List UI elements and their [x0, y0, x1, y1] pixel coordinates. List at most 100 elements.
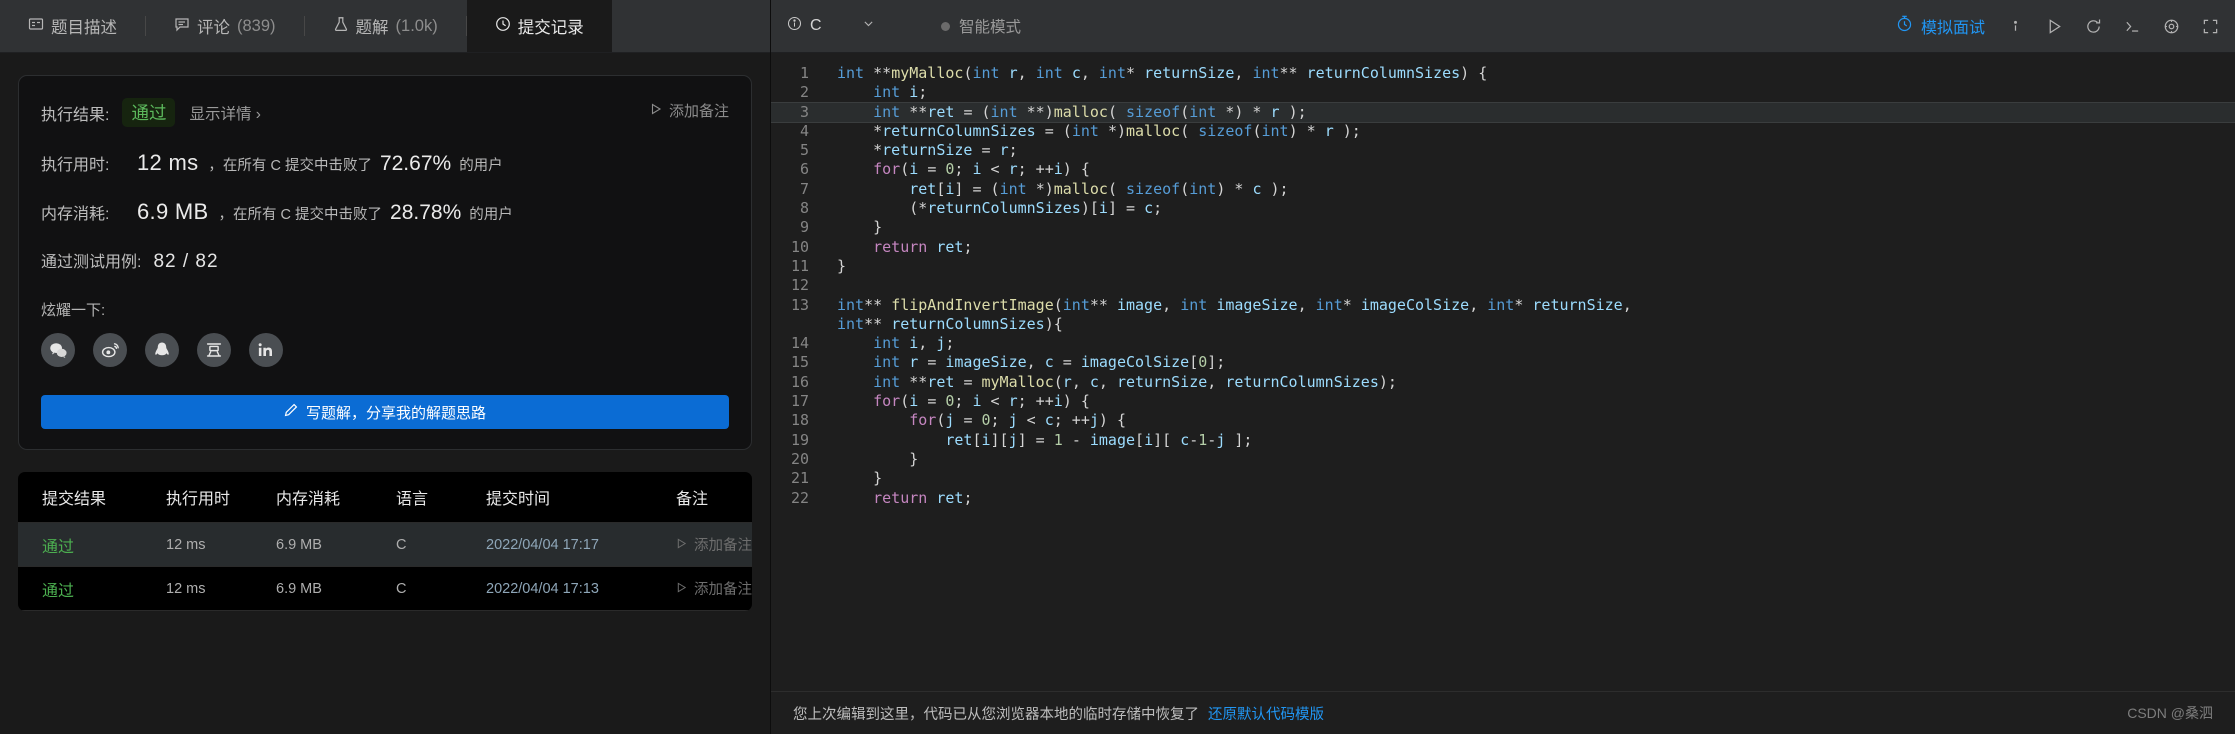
write-solution-button[interactable]: 写题解，分享我的解题思路 [41, 395, 729, 429]
memory-percentile: 28.78% [390, 201, 462, 224]
editor-header-actions: 模拟面试 [1896, 14, 2219, 38]
editor-header: C 智能模式 模拟面试 [771, 0, 2235, 53]
douban-icon[interactable] [197, 333, 231, 367]
write-solution-label: 写题解，分享我的解题思路 [305, 404, 486, 422]
memory-tail-post: 的用户 [469, 207, 513, 223]
code-line[interactable]: int** flipAndInvertImage(int** image, in… [827, 296, 2235, 315]
add-note-button[interactable]: 添加备注 [650, 100, 729, 121]
line-number: 8 [799, 199, 809, 218]
code-line[interactable] [827, 276, 2235, 295]
row-language: C [396, 580, 407, 597]
code-line[interactable]: int i, j; [827, 334, 2235, 353]
table-row[interactable]: 通过 12 ms 6.9 MB C 2022/04/04 17:17 添加备注 [18, 523, 752, 567]
code-line[interactable]: int i; [827, 83, 2235, 102]
line-number: 2 [799, 83, 809, 102]
language-label: C [810, 17, 822, 34]
info-icon [787, 16, 802, 36]
code-line[interactable]: *returnSize = r; [827, 141, 2235, 160]
line-number: 5 [799, 141, 809, 160]
runtime-tail-post: 的用户 [459, 158, 503, 174]
share-icons [41, 333, 729, 367]
code-line[interactable]: int** returnColumnSizes){ [827, 315, 2235, 334]
code-line[interactable]: int **ret = myMalloc(r, c, returnSize, r… [827, 373, 2235, 392]
code-line[interactable]: int **myMalloc(int r, int c, int* return… [827, 64, 2235, 83]
row-add-note[interactable]: 添加备注 [676, 578, 752, 599]
play-outline-icon [676, 537, 687, 553]
line-number: 4 [799, 121, 809, 140]
row-time: 2022/04/04 17:13 [486, 580, 599, 597]
share-title: 炫耀一下: [41, 302, 106, 319]
code-line[interactable]: ret[i][j] = 1 - image[i][ c-1-j ]; [827, 431, 2235, 450]
tab-solutions[interactable]: 题解 (1.0k) [305, 0, 466, 52]
code-line[interactable]: for(i = 0; i < r; ++i) { [827, 160, 2235, 179]
editor-status-bar: 您上次编辑到这里，代码已从您浏览器本地的临时存储中恢复了 还原默认代码模版 CS… [771, 691, 2235, 734]
runtime-tail-pre: ，在所有 C 提交中击败了 [208, 158, 372, 174]
code-line[interactable]: } [827, 450, 2235, 469]
runtime-percentile: 72.67% [379, 152, 452, 175]
line-number: 6 [799, 160, 809, 179]
wechat-icon[interactable] [41, 333, 75, 367]
code-line[interactable]: return ret; [827, 238, 2235, 257]
code-line[interactable]: } [827, 218, 2235, 237]
editor-panel: ⋮⋮⋮ C 智能模式 [770, 0, 2235, 734]
row-add-note-label: 添加备注 [694, 582, 752, 598]
play-outline-icon [650, 102, 662, 119]
table-row[interactable]: 通过 12 ms 6.9 MB C 2022/04/04 17:13 添加备注 [18, 567, 752, 611]
tab-bar: 题目描述 评论 (839) 题解 (1.0k) 提交记录 [0, 0, 770, 53]
submissions-table: 提交结果 执行用时 内存消耗 语言 提交时间 备注 通过 12 ms 6.9 M… [18, 472, 752, 611]
reset-icon[interactable] [2085, 18, 2102, 35]
run-icon[interactable] [2046, 18, 2063, 35]
code-line[interactable]: ret[i] = (int *)malloc( sizeof(int) * c … [827, 180, 2235, 199]
tab-problem-description[interactable]: 题目描述 [0, 0, 145, 52]
language-selector[interactable]: C [787, 16, 915, 36]
mock-interview-button[interactable]: 模拟面试 [1896, 14, 1985, 38]
chevron-down-icon[interactable] [862, 17, 875, 35]
col-header-language: 语言 [396, 491, 429, 508]
linkedin-icon[interactable] [249, 333, 283, 367]
console-icon[interactable] [2124, 18, 2141, 35]
comment-icon [174, 16, 190, 37]
row-add-note-label: 添加备注 [694, 538, 752, 554]
left-panel: 题目描述 评论 (839) 题解 (1.0k) 提交记录 添加备注 执行结果: … [0, 0, 770, 734]
code-line[interactable]: return ret; [827, 489, 2235, 508]
code-line[interactable]: int r = imageSize, c = imageColSize[0]; [827, 353, 2235, 372]
fullscreen-icon[interactable] [2202, 18, 2219, 35]
memory-label: 内存消耗: [41, 206, 110, 223]
tab-count: (1.0k) [395, 16, 438, 35]
tab-submissions[interactable]: 提交记录 [466, 0, 612, 52]
line-number: 3 [799, 102, 809, 121]
restore-default-code-link[interactable]: 还原默认代码模版 [1208, 703, 1324, 724]
tab-comments[interactable]: 评论 (839) [146, 0, 304, 52]
code-line[interactable]: for(i = 0; i < r; ++i) { [827, 392, 2235, 411]
code-line[interactable]: (*returnColumnSizes)[i] = c; [827, 199, 2235, 218]
clock-icon [495, 16, 511, 37]
row-add-note[interactable]: 添加备注 [676, 534, 752, 555]
row-status[interactable]: 通过 [18, 577, 166, 601]
code-line[interactable]: *returnColumnSizes = (int *)malloc( size… [827, 122, 2235, 141]
code-editor[interactable]: 1 int **myMalloc(int r, int c, int* retur… [771, 53, 2235, 691]
submissions-body: 添加备注 执行结果: 通过 显示详情 › 执行用时: 12 ms ，在所有 C … [0, 53, 770, 734]
row-time: 2022/04/04 17:17 [486, 536, 599, 553]
runtime-label: 执行用时: [41, 157, 110, 174]
line-number: 10 [790, 237, 809, 256]
result-status-row: 执行结果: 通过 显示详情 › [41, 98, 729, 127]
settings-icon[interactable] [2163, 18, 2180, 35]
app-root: 题目描述 评论 (839) 题解 (1.0k) 提交记录 添加备注 执行结果: … [0, 0, 2235, 734]
line-number: 21 [790, 469, 809, 488]
line-number: 22 [790, 488, 809, 507]
qq-icon[interactable] [145, 333, 179, 367]
play-outline-icon [676, 581, 687, 597]
row-status[interactable]: 通过 [18, 533, 166, 557]
code-line[interactable]: } [827, 469, 2235, 488]
show-detail-link[interactable]: 显示详情 › [189, 102, 260, 124]
weibo-icon[interactable] [93, 333, 127, 367]
tab-label: 评论 [197, 19, 230, 37]
info-icon[interactable] [2007, 18, 2024, 35]
smart-mode-toggle[interactable]: 智能模式 [941, 15, 1021, 37]
code-line[interactable]: int **ret = (int **)malloc( sizeof(int *… [827, 103, 2235, 122]
runtime-row: 执行用时: 12 ms ，在所有 C 提交中击败了 72.67% 的用户 [41, 150, 729, 176]
code-line[interactable]: for(j = 0; j < c; ++j) { [827, 411, 2235, 430]
code-line[interactable]: } [827, 257, 2235, 276]
status-badge: 通过 [122, 98, 176, 127]
memory-row: 内存消耗: 6.9 MB ，在所有 C 提交中击败了 28.78% 的用户 [41, 199, 729, 225]
